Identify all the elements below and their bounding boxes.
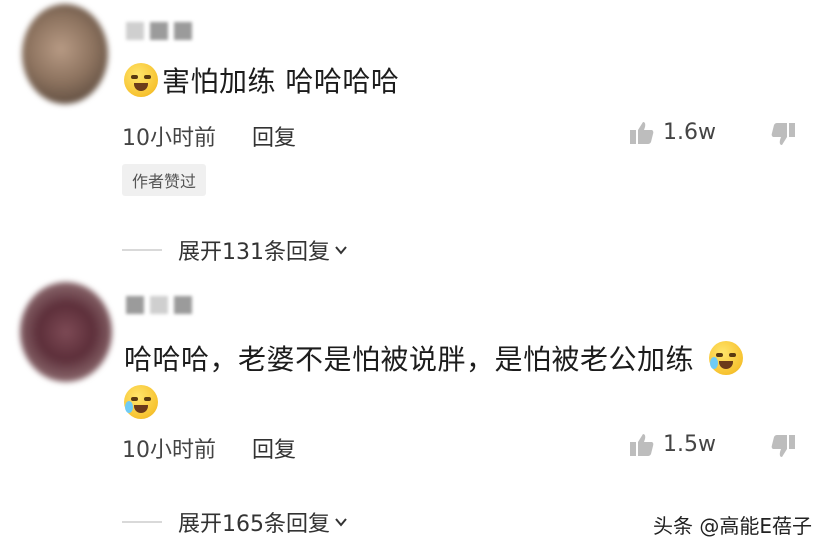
- comment-text-body: 哈哈哈，老婆不是怕被说胖，是怕被老公加练: [124, 343, 695, 376]
- like-count: 1.5w: [663, 432, 716, 457]
- thumbs-up-icon: [629, 433, 655, 457]
- thumbs-up-icon: [629, 121, 655, 145]
- comment-meta: 10小时前 回复: [122, 120, 296, 152]
- divider-line: [122, 521, 162, 523]
- like-button[interactable]: 1.6w: [629, 120, 716, 145]
- avatar[interactable]: [22, 4, 108, 104]
- username-blurred[interactable]: [126, 22, 192, 40]
- expand-replies-button[interactable]: 展开165条回复: [122, 506, 348, 538]
- like-button[interactable]: 1.5w: [629, 432, 716, 457]
- author-liked-badge: 作者赞过: [122, 164, 207, 196]
- chevron-down-icon: [335, 518, 347, 527]
- comment-item: 害怕加练 哈哈哈哈 10小时前 回复 1.6w 作者赞过 展开131条回复: [0, 0, 826, 270]
- comment-meta: 10小时前 回复: [122, 432, 296, 464]
- comment-text-body: 害怕加练 哈哈哈哈: [162, 65, 400, 98]
- comment-text: 哈哈哈，老婆不是怕被说胖，是怕被老公加练: [124, 338, 784, 426]
- divider-line: [122, 249, 162, 251]
- expand-replies-label: 展开131条回复: [178, 240, 330, 265]
- watermark: 头条 @高能E蓓子: [653, 514, 812, 538]
- like-count: 1.6w: [663, 120, 716, 145]
- avatar[interactable]: [20, 282, 112, 382]
- comment-time: 10小时前: [122, 438, 216, 463]
- reply-button[interactable]: 回复: [252, 120, 296, 152]
- expand-replies-label: 展开165条回复: [178, 512, 330, 537]
- laughing-tears-emoji-icon: [124, 385, 158, 419]
- thumbs-down-icon[interactable]: [770, 122, 796, 146]
- comment-time: 10小时前: [122, 126, 216, 151]
- username-blurred[interactable]: [126, 296, 192, 314]
- thumbs-down-icon[interactable]: [770, 434, 796, 458]
- comment-text: 害怕加练 哈哈哈哈: [124, 60, 399, 104]
- laughing-tears-emoji-icon: [709, 341, 744, 375]
- chevron-down-icon: [335, 246, 347, 255]
- expand-replies-button[interactable]: 展开131条回复: [122, 234, 348, 266]
- scared-face-emoji-icon: [124, 63, 158, 97]
- reply-button[interactable]: 回复: [252, 432, 296, 464]
